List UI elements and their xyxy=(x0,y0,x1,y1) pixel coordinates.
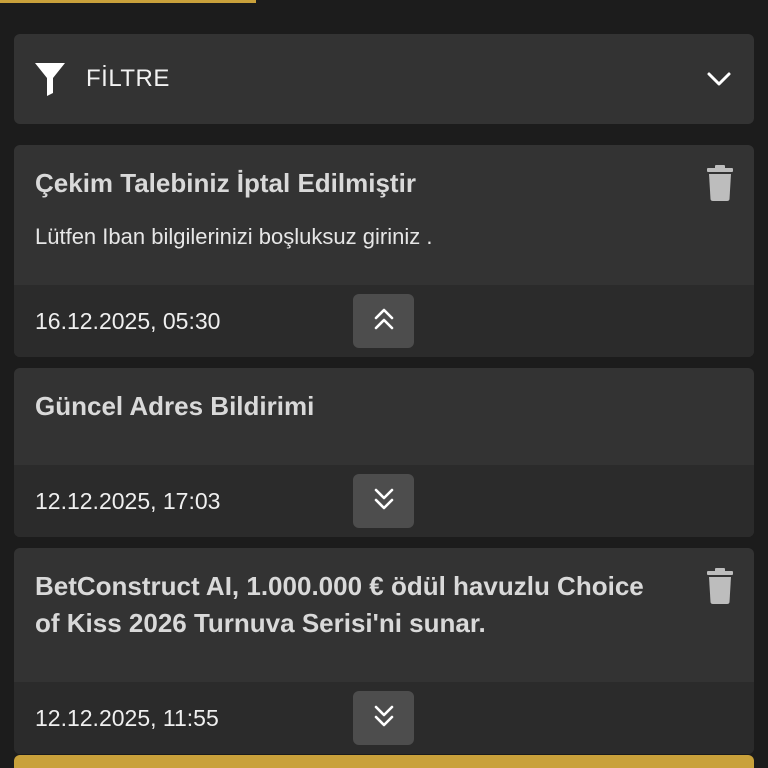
notification-date: 12.12.2025, 17:03 xyxy=(35,487,221,514)
chevrons-down-icon xyxy=(373,487,395,516)
chevrons-down-icon xyxy=(373,704,395,733)
expand-button[interactable] xyxy=(353,474,414,528)
notification-footer: 12.12.2025, 17:03 xyxy=(14,465,754,537)
notification-body: BetConstruct AI, 1.000.000 € ödül havuzl… xyxy=(14,548,754,642)
notification-body: Güncel Adres Bildirimi xyxy=(14,368,754,425)
filter-label: FİLTRE xyxy=(86,65,170,92)
notification-body: Çekim Talebiniz İptal Edilmiştir Lütfen … xyxy=(14,145,754,252)
expand-button[interactable] xyxy=(353,691,414,745)
notification-title: BetConstruct AI, 1.000.000 € ödül havuzl… xyxy=(35,571,644,638)
notification-message: Lütfen Iban bilgilerinizi boşluksuz giri… xyxy=(35,224,433,249)
bottom-action-bar[interactable] xyxy=(14,755,754,768)
collapse-button[interactable] xyxy=(353,294,414,348)
notification-card: Güncel Adres Bildirimi 12.12.2025, 17:03 xyxy=(14,368,754,537)
notification-date: 16.12.2025, 05:30 xyxy=(35,307,221,334)
notification-card: BetConstruct AI, 1.000.000 € ödül havuzl… xyxy=(14,548,754,754)
notifications-page: FİLTRE Çekim Talebiniz İptal Edilmiştir … xyxy=(0,0,768,768)
top-progress-bar xyxy=(0,0,256,3)
notification-footer: 12.12.2025, 11:55 xyxy=(14,682,754,754)
trash-icon[interactable] xyxy=(706,568,734,604)
notification-title: Çekim Talebiniz İptal Edilmiştir xyxy=(35,168,416,198)
filter-toggle[interactable]: FİLTRE xyxy=(14,34,754,124)
notification-card: Çekim Talebiniz İptal Edilmiştir Lütfen … xyxy=(14,145,754,357)
chevrons-up-icon xyxy=(373,307,395,336)
notification-date: 12.12.2025, 11:55 xyxy=(35,704,219,731)
filter-icon xyxy=(34,62,66,96)
notification-footer: 16.12.2025, 05:30 xyxy=(14,285,754,357)
notification-title: Güncel Adres Bildirimi xyxy=(35,391,315,421)
trash-icon[interactable] xyxy=(706,165,734,201)
chevron-down-icon xyxy=(706,66,732,92)
